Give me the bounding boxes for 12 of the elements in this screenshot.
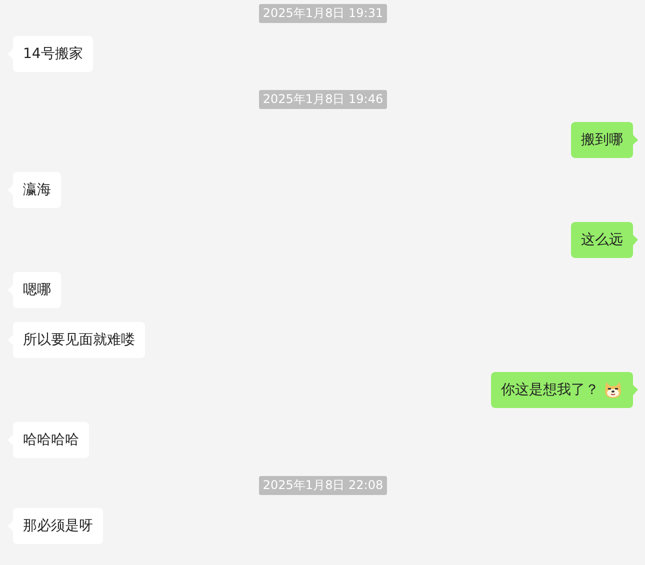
timestamp: 2025年1月8日 22:08 — [258, 476, 388, 495]
timestamp: 2025年1月8日 19:31 — [258, 4, 388, 23]
message-bubble: 你这是想我了？ — [491, 372, 638, 408]
message-bubble: 搬到哪 — [571, 122, 638, 158]
message-bubble: 所以要见面就难喽 — [8, 322, 145, 358]
message-bubble: 嗯哪 — [8, 272, 61, 308]
message-bubble: 哈哈哈哈 — [8, 422, 89, 458]
timestamp: 2025年1月8日 19:46 — [258, 90, 388, 109]
message-bubble: 瀛海 — [8, 172, 61, 208]
message-bubble: 这么远 — [571, 222, 638, 258]
message-bubble: 14号搬家 — [8, 36, 93, 72]
message-bubble: 那必须是呀 — [8, 508, 103, 544]
